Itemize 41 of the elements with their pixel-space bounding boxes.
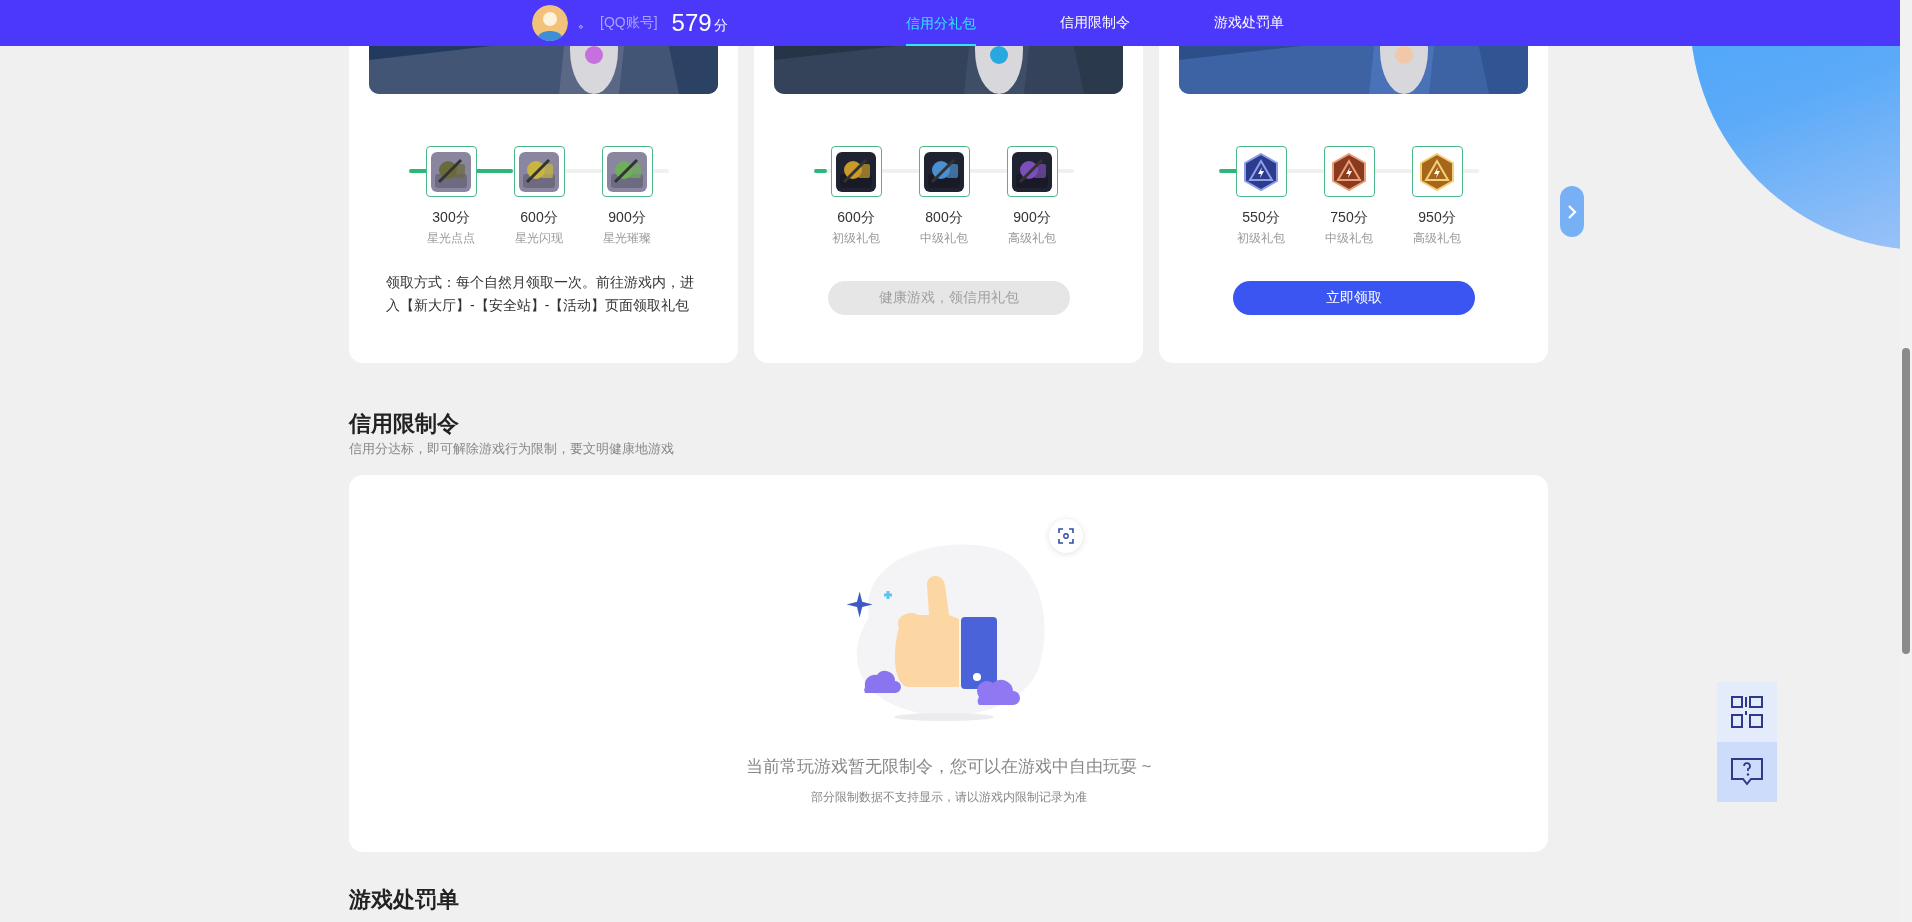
reward-name: 星光闪现: [515, 230, 563, 247]
hexagon-badge-icon: [1329, 151, 1369, 192]
reward-name: 高级礼包: [1413, 230, 1461, 247]
scan-icon: [1057, 528, 1074, 544]
help-button[interactable]: [1717, 742, 1777, 802]
nav-tab[interactable]: 游戏处罚单: [1172, 0, 1326, 46]
score-unit: 分: [713, 17, 728, 35]
account-label: [QQ账号]: [600, 14, 658, 32]
section-title: 游戏处罚单: [349, 886, 460, 914]
scan-button[interactable]: [1048, 519, 1083, 553]
nav-tab[interactable]: 信用限制令: [1018, 0, 1172, 46]
section-title: 信用限制令: [349, 410, 460, 438]
reward-name: 中级礼包: [920, 230, 968, 247]
reward-score: 300分: [432, 208, 470, 227]
chevron-right-icon: [1567, 203, 1577, 220]
reward-name: 中级礼包: [1325, 230, 1373, 247]
account-mark: 。: [578, 14, 592, 32]
claim-button[interactable]: 立即领取: [1232, 281, 1475, 315]
qr-code-button[interactable]: [1717, 682, 1777, 742]
hexagon-badge-icon: [1241, 151, 1281, 192]
claim-instructions: 领取方式：每个自然月领取一次。前往游戏内，进入【新大厅】-【安全站】-【活动】页面领取礼包: [386, 273, 695, 315]
reward-score: 600分: [837, 208, 875, 227]
reward-name: 星光点点: [427, 230, 475, 247]
hexagon-badge-icon: [1417, 151, 1457, 192]
reward-name: 初级礼包: [1237, 230, 1285, 247]
reward-name: 初级礼包: [832, 230, 880, 247]
reward-score: 950分: [1418, 208, 1456, 227]
section-subtitle: 信用分达标，即可解除游戏行为限制，要文明健康地游戏: [349, 441, 675, 457]
credit-score: 579: [671, 9, 712, 37]
reward-name: 高级礼包: [1008, 230, 1056, 247]
reward-score: 900分: [1013, 208, 1051, 227]
empty-message: 当前常玩游戏暂无限制令，您可以在游戏中自由玩耍 ~: [745, 756, 1152, 778]
reward-name: 星光璀璨: [603, 230, 651, 247]
avatar[interactable]: [532, 5, 568, 41]
reward-score: 800分: [925, 208, 963, 227]
empty-note: 部分限制数据不支持显示，请以游戏内限制记录为准: [810, 789, 1087, 805]
reward-score: 900分: [608, 208, 646, 227]
reward-score: 550分: [1242, 208, 1280, 227]
reward-score: 600分: [520, 208, 558, 227]
qr-code-icon: [1730, 695, 1764, 729]
reward-score: 750分: [1330, 208, 1368, 227]
